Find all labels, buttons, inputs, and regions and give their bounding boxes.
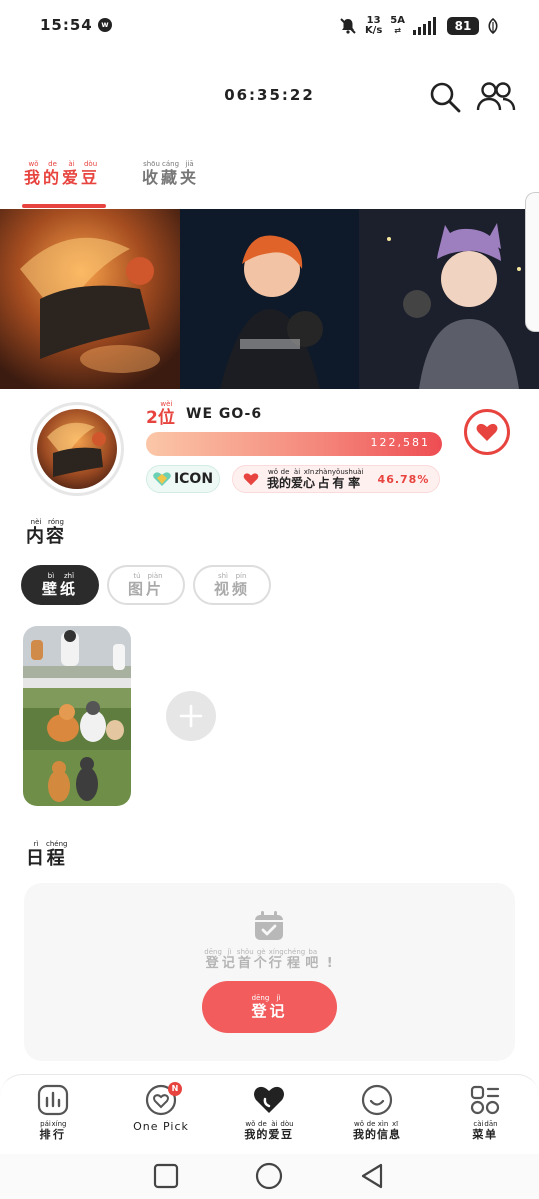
plus-icon: [179, 704, 203, 728]
calendar-check-icon: [253, 910, 285, 942]
score-value: 122,581: [370, 436, 430, 449]
content-section-title: 内nèi容róng: [26, 518, 66, 547]
idol-banner[interactable]: [0, 209, 539, 389]
search-icon: [430, 82, 461, 113]
system-navigation-bar: [0, 1154, 539, 1199]
heart-icon: [476, 423, 498, 441]
leaf-icon: [488, 18, 498, 34]
rank-label: 2位wèi: [146, 400, 175, 428]
wallpaper-thumbnail[interactable]: [23, 626, 131, 806]
menu-grid-icon: [470, 1085, 500, 1115]
heart-icon: [243, 473, 259, 486]
mute-icon: [340, 18, 356, 34]
ranking-icon: [37, 1084, 69, 1116]
nav-ranking[interactable]: 排pái行xíng: [3, 1084, 103, 1142]
pill-videos[interactable]: 视shì 频pín: [193, 565, 271, 605]
battery-indicator: 81: [447, 17, 479, 35]
heart-filled-icon: [254, 1086, 284, 1113]
add-wallpaper-button[interactable]: [166, 691, 216, 741]
register-schedule-button[interactable]: 登dēng 记jì: [202, 981, 337, 1033]
tab-favorites[interactable]: 收shōu藏cáng夹jiā: [142, 160, 199, 188]
tab-active-indicator: [22, 204, 106, 208]
status-indicators: 13 K/s 5A ⇄ 81: [339, 14, 499, 38]
diamond-heart-icon: [153, 472, 171, 486]
status-time: 15:54: [40, 16, 93, 34]
nav-label: One Pick: [133, 1120, 189, 1133]
nav-label: 排pái行xíng: [39, 1120, 67, 1141]
heart-share-badge: 我wǒ的de爱ài心xīn占zhàn有yǒu率shuài 46.78%: [232, 465, 440, 493]
pill-wallpaper[interactable]: 壁bì 纸zhǐ: [21, 565, 99, 605]
search-button[interactable]: [428, 80, 462, 114]
nav-my-info[interactable]: 我wǒ的de信xìn息xī: [327, 1084, 427, 1142]
nav-label: 我wǒ的de爱ài豆dòu: [244, 1120, 294, 1141]
banner-image-1: [0, 209, 180, 389]
banner-scroll-handle[interactable]: [525, 192, 539, 332]
nav-menu[interactable]: 菜cài单dān: [435, 1084, 535, 1142]
smile-icon: [361, 1084, 393, 1116]
people-icon: [476, 82, 516, 111]
heart-share-label: 我wǒ的de爱ài心xīn占zhàn有yǒu率shuài: [267, 467, 364, 490]
network-type: 5A ⇄: [390, 15, 405, 36]
heart-share-percent: 46.78%: [377, 472, 430, 486]
new-badge: N: [168, 1082, 182, 1096]
community-button[interactable]: [476, 80, 516, 114]
schedule-section-title: 日rì程chéng: [26, 840, 68, 869]
idol-name: WE GO-6: [186, 406, 263, 422]
nav-label: 菜cài单dān: [472, 1120, 498, 1141]
idol-avatar[interactable]: [30, 402, 124, 496]
tab-my-idol[interactable]: 我wǒ的de爱ài豆dòu: [24, 160, 100, 188]
app-notification-icon: w: [98, 18, 112, 32]
pill-images[interactable]: 图tú 片piàn: [107, 565, 185, 605]
vote-heart-button[interactable]: [464, 409, 510, 455]
banner-image-3: [359, 209, 539, 389]
schedule-empty-text: 登dēng记jì首shǒu个gè行xíng程chéng吧ba !: [204, 948, 335, 971]
icon-badge[interactable]: ICON: [146, 465, 220, 493]
nav-one-pick[interactable]: One Pick: [111, 1084, 211, 1133]
net-speed: 13 K/s: [364, 15, 383, 36]
nav-my-idol[interactable]: 我wǒ的de爱ài豆dòu: [219, 1084, 319, 1142]
banner-image-2: [179, 209, 360, 389]
signal-icon: [413, 17, 436, 35]
home-icon[interactable]: [255, 1162, 283, 1190]
nav-label: 我wǒ的de信xìn息xī: [353, 1120, 401, 1141]
score-bar: 122,581: [146, 432, 442, 456]
back-icon[interactable]: [358, 1162, 386, 1190]
recent-apps-icon[interactable]: [152, 1162, 180, 1190]
